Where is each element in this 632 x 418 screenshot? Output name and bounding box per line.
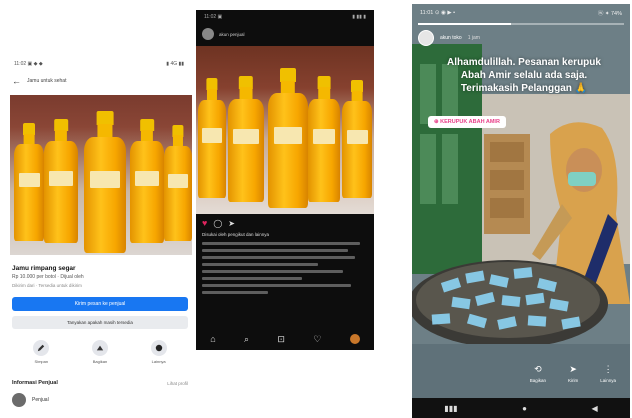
story-share-action[interactable]: ⟲ Bagikan: [530, 364, 546, 383]
story-header[interactable]: akun toko 1 jam: [418, 30, 480, 46]
post-header[interactable]: akun penjual: [196, 24, 374, 44]
back-icon[interactable]: ◀: [592, 404, 598, 413]
bottom-nav: ⌂ ⌕ ⊡ ♡: [196, 328, 374, 350]
home-button-icon[interactable]: ●: [522, 404, 527, 413]
status-icons: ▮ ▮▮ ▮: [352, 14, 366, 20]
back-arrow-icon[interactable]: ←: [12, 76, 21, 86]
listing-meta: Dikirim dari · Tersedia untuk dikirim: [12, 283, 82, 288]
story-progress-bar: [418, 23, 624, 25]
share-icon: [91, 340, 108, 356]
send-icon: ➤: [569, 364, 577, 374]
comment-icon[interactable]: ◯: [213, 219, 222, 228]
more-icon: [150, 340, 167, 356]
system-nav-bar: ▮▮▮ ● ◀: [412, 398, 630, 418]
status-bar: 11:01 ⊙ ◉ ▶ • ⓦ ✦ 74%: [412, 4, 630, 22]
ask-availability-button[interactable]: Tanyakan apakah masih tersedia: [12, 316, 188, 329]
reels-icon[interactable]: ⊡: [277, 334, 285, 345]
status-time: 11:02 ▣ ◆ ◆: [14, 61, 43, 67]
share-action[interactable]: Bagikan: [91, 340, 108, 364]
seller-profile-link[interactable]: Lihat profil: [167, 381, 188, 386]
status-time: 11:01 ⊙ ◉ ▶ •: [420, 10, 456, 16]
pencil-icon: [33, 340, 50, 356]
share-icon: ⟲: [534, 364, 542, 374]
profile-avatar[interactable]: [202, 28, 214, 40]
listing-details: Jamu rimpang segar Rp 10.000 per botol ·…: [12, 265, 188, 288]
status-icons: ▮ 4G ▮▮: [166, 61, 184, 67]
story-screenshot: 11:01 ⊙ ◉ ▶ • ⓦ ✦ 74% akun toko 1 jam Al…: [412, 4, 630, 418]
app-bar-title: Jamu untuk sehat: [27, 78, 67, 84]
story-send-action[interactable]: ➤ Kirim: [568, 364, 578, 383]
story-send-label: Kirim: [567, 378, 579, 383]
story-time: 1 jam: [467, 35, 480, 41]
message-seller-button[interactable]: Kirim pesan ke penjual: [12, 297, 188, 311]
bottles-illustration: [10, 95, 192, 255]
save-action[interactable]: Simpan: [33, 340, 50, 364]
listing-title: Jamu rimpang segar: [12, 265, 76, 272]
seller-info-header: Informasi Penjual Lihat profil: [12, 380, 188, 386]
profile-tab-avatar[interactable]: [349, 334, 360, 344]
story-username[interactable]: akun toko: [440, 35, 462, 41]
post-username[interactable]: akun penjual: [219, 32, 245, 37]
story-caption: Alhamdulillah. Pesanan kerupuk Abah Amir…: [426, 56, 622, 95]
story-actions: ⟲ Bagikan ➤ Kirim ⋮ Lainnya: [412, 364, 630, 383]
story-caption-line-1: Alhamdulillah. Pesanan kerupuk: [447, 57, 601, 68]
story-avatar[interactable]: [418, 30, 434, 46]
status-time: 11:02 ▣: [204, 14, 223, 20]
share-label: Bagikan: [92, 359, 108, 364]
post-photo[interactable]: [196, 46, 374, 214]
product-photo[interactable]: [10, 95, 192, 255]
post-actions: ♥ ◯ ➤: [202, 218, 368, 228]
shop-icon[interactable]: ♡: [313, 334, 321, 345]
save-label: Simpan: [34, 359, 49, 364]
app-bar: ← Jamu untuk sehat: [4, 73, 194, 89]
likes-count: Disukai oleh pengikut dan lainnya: [202, 232, 270, 237]
bottles-illustration: [196, 46, 374, 214]
listing-actions: Simpan Bagikan Lainnya: [12, 340, 188, 364]
home-icon[interactable]: ⌂: [210, 334, 215, 344]
facebook-marketplace-screenshot: 11:02 ▣ ◆ ◆ ▮ 4G ▮▮ ← Jamu untuk sehat J…: [4, 55, 194, 418]
search-icon[interactable]: ⌕: [244, 334, 249, 345]
status-icons: ⓦ ✦ 74%: [597, 11, 622, 17]
seller-avatar: [12, 393, 26, 407]
recents-icon[interactable]: ▮▮▮: [444, 404, 457, 413]
story-caption-line-3: Terimakasih Pelanggan 🙏: [460, 83, 588, 94]
status-bar: 11:02 ▣ ▮ ▮▮ ▮: [196, 10, 374, 24]
seller-heading: Informasi Penjual: [12, 380, 58, 386]
heart-icon[interactable]: ♥: [202, 218, 207, 228]
listing-price: Rp 10.000 per botol · Dijual oleh: [12, 274, 84, 280]
story-progress-fill: [418, 23, 511, 25]
story-more-action[interactable]: ⋮ Lainnya: [600, 364, 616, 383]
story-more-label: Lainnya: [600, 378, 616, 383]
instagram-post-screenshot: 11:02 ▣ ▮ ▮▮ ▮ akun penjual ♥ ◯ ➤ Disuka…: [196, 10, 374, 350]
story-share-label: Bagikan: [529, 378, 546, 383]
seller-name: Penjual: [32, 397, 49, 403]
story-caption-line-2: Abah Amir selalu ada saja.: [460, 70, 588, 81]
send-icon[interactable]: ➤: [228, 219, 235, 228]
more-label: Lainnya: [151, 359, 166, 364]
post-caption-blurred: [202, 242, 368, 298]
more-action[interactable]: Lainnya: [150, 340, 167, 364]
seller-row[interactable]: Penjual: [12, 393, 49, 407]
more-vertical-icon: ⋮: [603, 364, 613, 374]
status-bar: 11:02 ▣ ◆ ◆ ▮ 4G ▮▮: [4, 55, 194, 73]
story-mention-tag[interactable]: ⊕ KERUPUK ABAH AMIR: [428, 116, 506, 128]
